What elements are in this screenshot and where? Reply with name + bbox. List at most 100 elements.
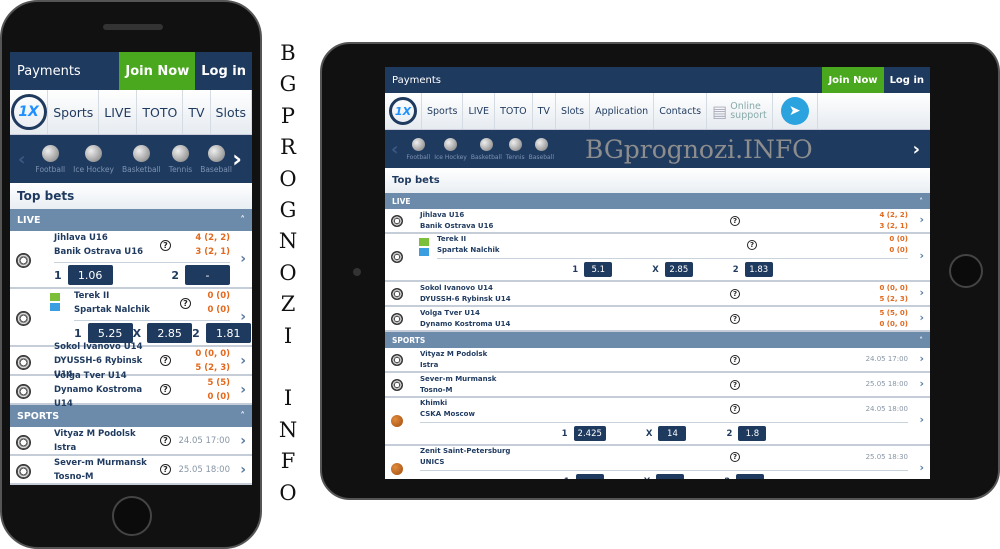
match-row[interactable]: Sever-m Murmansk Tosno-M? 25.05 18:00 › xyxy=(385,373,930,398)
match-row[interactable]: Jihlava U16 Banik Ostrava U16? 4 (2, 2) 3 (… xyxy=(385,209,930,234)
sport-ice-hockey[interactable]: Ice Hockey xyxy=(434,137,467,161)
nav-item-sports[interactable]: Sports xyxy=(48,90,100,134)
chevron-right-icon[interactable]: › xyxy=(919,461,924,474)
info-icon[interactable]: ? xyxy=(730,215,740,226)
odd-value[interactable] xyxy=(656,474,685,479)
info-icon[interactable]: ? xyxy=(747,240,757,250)
odd-X[interactable]: X 2.85 xyxy=(652,262,693,277)
match-row[interactable]: Terek II Spartak Nalchik? 0 (0) 0 (0) 1 5.25 X… xyxy=(10,289,252,347)
chevron-up-icon[interactable]: ˄ xyxy=(919,197,923,206)
match-row[interactable]: Jihlava U16 Banik Ostrava U16? 4 (2, 2) 3 (… xyxy=(10,231,252,289)
nav-item-live[interactable]: LIVE xyxy=(99,90,138,134)
match-row[interactable]: Volga Tver U14 Dynamo Kostroma U14? 5 (5, … xyxy=(385,307,930,332)
chevron-right-icon[interactable]: › xyxy=(919,213,924,226)
chevron-right-icon[interactable]: › xyxy=(240,382,246,398)
chevron-right-icon[interactable]: › xyxy=(919,249,924,262)
odd-X[interactable]: X 14 xyxy=(646,426,687,441)
odd-value[interactable] xyxy=(575,474,604,479)
info-icon[interactable]: ? xyxy=(160,464,171,475)
match-row[interactable]: Khimki CSKA Moscow? 24.05 18:00 1 2.425 X 14 2 1… xyxy=(385,398,930,446)
chevron-right-icon[interactable]: › xyxy=(919,311,924,324)
info-icon[interactable]: ? xyxy=(160,355,171,366)
chevron-right-icon[interactable]: › xyxy=(919,413,924,426)
section-header-sports[interactable]: SPORTS ˄ xyxy=(385,332,930,348)
odd-2[interactable]: 2 1.8 xyxy=(726,426,767,441)
match-row[interactable]: Vityaz M Podolsk Istra? 24.05 17:00 › xyxy=(385,348,930,373)
match-row[interactable]: Vityaz M Podolsk Istra? 24.05 17:00 › xyxy=(10,427,252,456)
logo[interactable]: 1X xyxy=(10,90,49,134)
chevron-up-icon[interactable]: ˄ xyxy=(240,411,245,422)
match-row[interactable]: Sever-m Murmansk Tosno-M? 25.05 18:00 › xyxy=(10,456,252,485)
chevron-right-icon[interactable]: › xyxy=(919,286,924,299)
odd-value[interactable]: 1.8 xyxy=(738,426,767,441)
chevron-right-icon[interactable]: › xyxy=(226,145,248,173)
chevron-right-icon[interactable]: › xyxy=(240,433,246,449)
nav-item-tv[interactable]: TV xyxy=(183,90,211,134)
odd-value[interactable]: 2.85 xyxy=(664,262,693,277)
odd-value[interactable]: 14 xyxy=(658,426,687,441)
nav-item-tv[interactable]: TV xyxy=(533,93,556,129)
odd-value[interactable]: 2.425 xyxy=(573,426,606,441)
info-icon[interactable]: ? xyxy=(730,288,740,299)
info-icon[interactable]: ? xyxy=(730,354,740,365)
sport-football[interactable]: Football xyxy=(35,144,65,174)
nav-item-toto[interactable]: TOTO xyxy=(495,93,533,129)
odd-value[interactable]: - xyxy=(185,265,230,285)
home-button[interactable] xyxy=(112,496,152,536)
chevron-right-icon[interactable]: › xyxy=(240,251,246,267)
odd-value[interactable] xyxy=(736,474,765,479)
odd-value[interactable]: 1.83 xyxy=(744,262,773,277)
section-header-live[interactable]: LIVE ˄ xyxy=(385,193,930,209)
chevron-right-icon[interactable]: › xyxy=(919,352,924,365)
chevron-right-icon[interactable]: › xyxy=(919,377,924,390)
payments-link[interactable]: Payments xyxy=(385,75,822,86)
login-button[interactable]: Log in xyxy=(884,67,930,93)
sport-baseball[interactable]: Baseball xyxy=(529,137,554,161)
home-button[interactable] xyxy=(949,254,983,288)
match-row[interactable]: Terek II Spartak Nalchik? 0 (0) 0 (0) 1 5.1 X 2… xyxy=(385,234,930,282)
sport-tennis[interactable]: Tennis xyxy=(506,137,525,161)
nav-item-live[interactable]: LIVE xyxy=(463,93,496,129)
nav-item-slots[interactable]: Slots xyxy=(556,93,591,129)
nav-item-toto[interactable]: TOTO xyxy=(137,90,184,134)
sport-football[interactable]: Football xyxy=(406,137,430,161)
chevron-right-icon[interactable]: › xyxy=(240,353,246,369)
nav-item-sports[interactable]: Sports xyxy=(422,93,464,129)
info-icon[interactable]: ? xyxy=(160,384,171,395)
chevron-right-icon[interactable]: › xyxy=(907,139,926,160)
info-icon[interactable]: ? xyxy=(730,379,740,390)
sport-basketball[interactable]: Basketball xyxy=(471,137,502,161)
video-icon[interactable] xyxy=(419,248,429,256)
join-now-button[interactable]: Join Now xyxy=(822,67,884,93)
payments-link[interactable]: Payments xyxy=(10,64,119,79)
logo[interactable]: 1X xyxy=(385,93,422,129)
info-icon[interactable]: ? xyxy=(180,297,191,309)
nav-item-application[interactable]: Application xyxy=(590,93,655,129)
login-button[interactable]: Log in xyxy=(195,52,252,90)
match-row[interactable]: Zenit Saint-Petersburg UNICS? 25.05 18:30 1… xyxy=(385,446,930,479)
chevron-right-icon[interactable]: › xyxy=(240,309,246,325)
section-header-live[interactable]: LIVE ˄ xyxy=(10,209,252,231)
sport-ice-hockey[interactable]: Ice Hockey xyxy=(73,144,114,174)
chevron-right-icon[interactable]: › xyxy=(240,462,246,478)
chevron-up-icon[interactable]: ˄ xyxy=(240,215,245,226)
odd-2[interactable]: 2- xyxy=(171,265,230,285)
odd-1[interactable]: 1 2.425 xyxy=(562,426,606,441)
sport-basketball[interactable]: Basketball xyxy=(122,144,161,174)
odd-2[interactable]: 2 1.83 xyxy=(733,262,773,277)
chevron-up-icon[interactable]: ˄ xyxy=(919,336,923,345)
info-icon[interactable]: ? xyxy=(160,435,171,446)
sport-tennis[interactable]: Tennis xyxy=(169,144,192,174)
chevron-left-icon[interactable]: ‹ xyxy=(12,149,31,170)
telegram-button[interactable]: ➤ xyxy=(773,93,818,129)
match-row[interactable]: Sokol Ivanovo U14 DYUSSH-6 Rybinsk U14? 0 … xyxy=(385,282,930,307)
info-icon[interactable]: ? xyxy=(160,239,171,251)
odd-value[interactable]: 1.06 xyxy=(67,265,113,285)
chevron-left-icon[interactable]: ‹ xyxy=(385,139,404,160)
odd-1[interactable]: 1 5.1 xyxy=(572,262,613,277)
online-support-link[interactable]: ▤ Online support xyxy=(707,93,773,129)
video-icon[interactable] xyxy=(50,303,60,311)
odd-2[interactable]: 2 xyxy=(724,474,765,479)
join-now-button[interactable]: Join Now xyxy=(119,52,196,90)
odd-value[interactable]: 5.1 xyxy=(584,262,613,277)
